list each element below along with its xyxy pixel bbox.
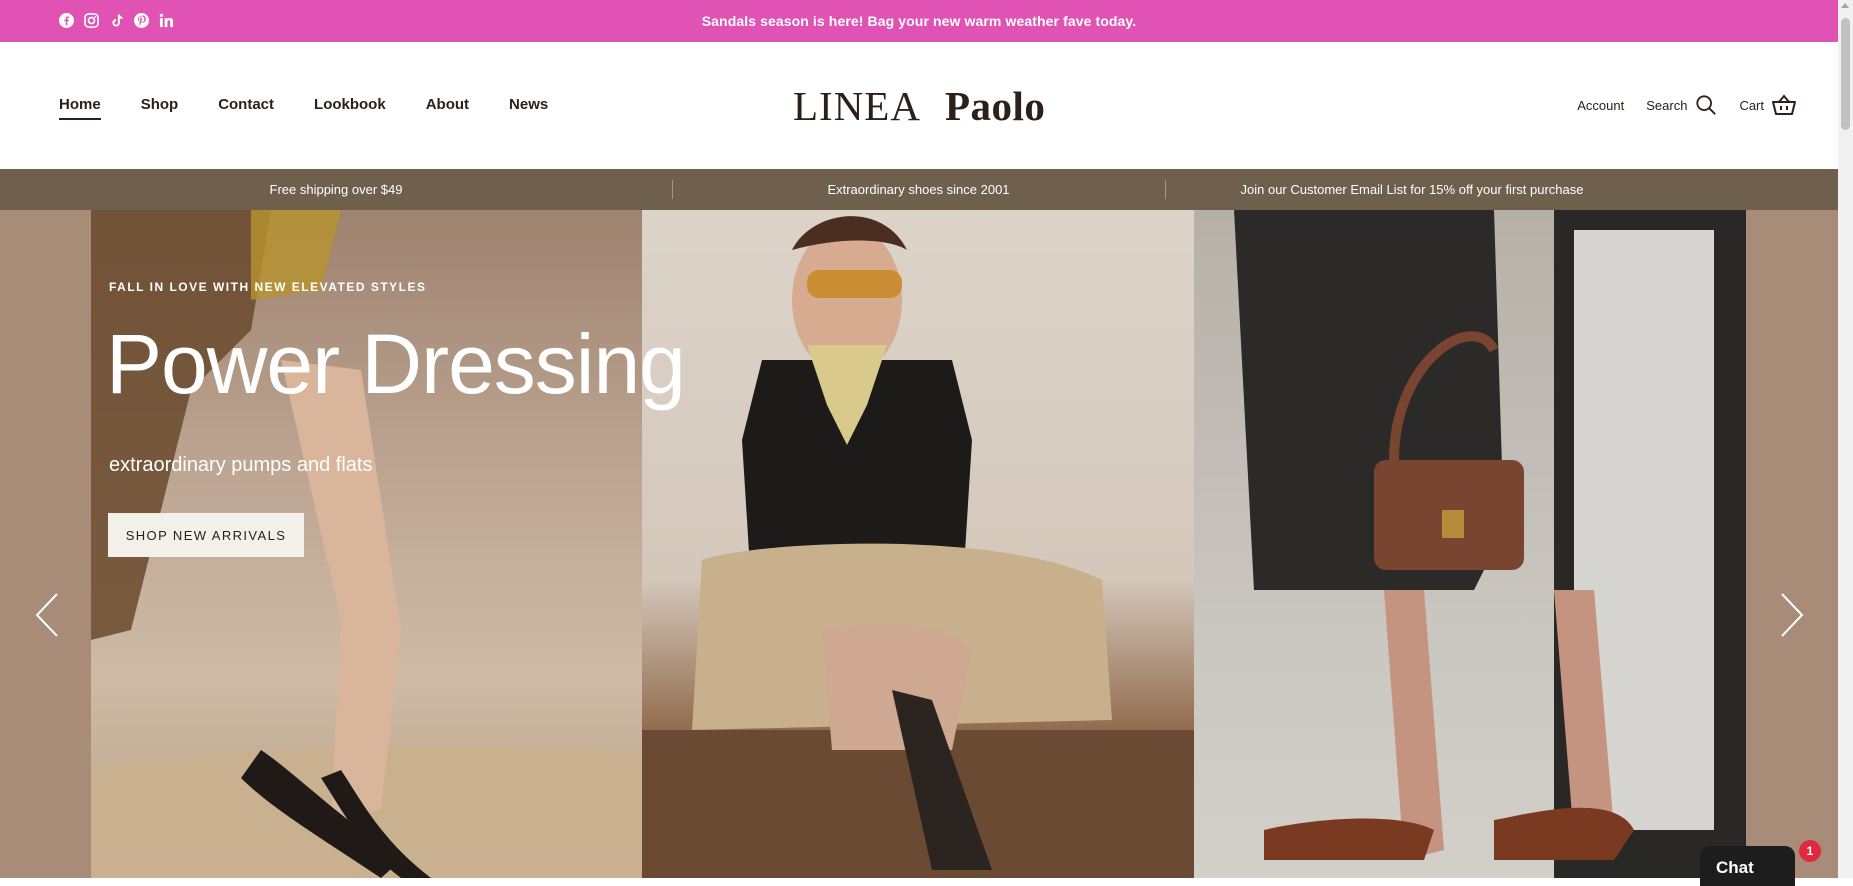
chat-label: Chat [1716,858,1754,877]
perk-since-2001: Extraordinary shoes since 2001 [827,182,1010,197]
page-scrollbar[interactable] [1838,0,1853,878]
nav-lookbook[interactable]: Lookbook [314,96,386,120]
hero-subline: extraordinary pumps and flats [109,454,373,476]
slideshow-prev-button[interactable] [27,585,67,645]
search-icon [1696,95,1717,115]
account-label: Account [1577,97,1625,113]
chevron-left-icon [35,593,58,637]
perk-free-shipping: Free shipping over $49 [269,182,403,197]
logo-right: Paolo [944,83,1046,129]
account-link[interactable]: Account [1577,98,1624,113]
chat-widget-button[interactable]: Chat [1700,846,1795,886]
hero-image-right [1194,210,1746,878]
cart-button[interactable]: Cart [1739,94,1796,116]
hero-kicker: FALL IN LOVE WITH NEW ELEVATED STYLES [109,280,427,294]
site-header: Home Shop Contact Lookbook About News LI… [0,42,1838,169]
perks-bar: Free shipping over $49 Extraordinary sho… [0,169,1838,210]
nav-news[interactable]: News [509,96,548,120]
perk-email-list[interactable]: Join our Customer Email List for 15% off… [1165,169,1659,210]
search-label: Search [1646,97,1688,113]
hero-image-center [642,210,1194,878]
scrollbar-thumb[interactable] [1841,18,1850,130]
chevron-right-icon [1781,593,1804,637]
cart-label: Cart [1739,97,1764,113]
nav-contact[interactable]: Contact [218,96,274,120]
basket-icon [1772,94,1796,115]
header-utilities: Account Search Cart [1555,94,1796,116]
hero-headline: Power Dressing [106,317,686,411]
site-logo[interactable]: LINEA Paolo [793,80,1045,132]
scroll-up-arrow-icon[interactable] [1841,3,1849,8]
chat-unread-badge: 1 [1799,840,1821,862]
nav-about[interactable]: About [426,96,469,120]
announcement-text[interactable]: Sandals season is here! Bag your new war… [0,13,1838,29]
shop-new-arrivals-button[interactable]: SHOP NEW ARRIVALS [108,513,304,557]
announcement-bar: Sandals season is here! Bag your new war… [0,0,1838,42]
search-button[interactable]: Search [1646,94,1717,116]
nav-home[interactable]: Home [59,96,101,120]
main-nav: Home Shop Contact Lookbook About News [59,96,588,120]
nav-shop[interactable]: Shop [141,96,179,120]
logo-left: LINEA [793,83,921,129]
slideshow-next-button[interactable] [1772,585,1812,645]
hero-slideshow: FALL IN LOVE WITH NEW ELEVATED STYLES Po… [0,210,1838,878]
